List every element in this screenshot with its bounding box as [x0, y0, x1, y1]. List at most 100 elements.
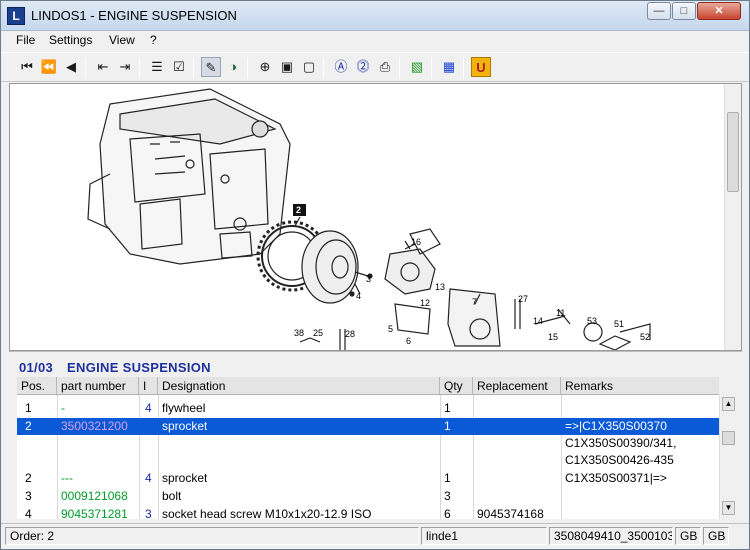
cell-replacement: 9045374168: [477, 507, 544, 519]
close-button[interactable]: ✕: [697, 2, 741, 20]
table-row[interactable]: 1 - 4 flywheel 1: [17, 400, 719, 417]
maximize-button[interactable]: □: [672, 2, 696, 20]
callout-6[interactable]: 6: [406, 336, 411, 346]
col-replacement[interactable]: Replacement: [473, 377, 561, 395]
menu-settings[interactable]: Settings: [49, 33, 92, 47]
callout-4[interactable]: 4: [356, 291, 361, 301]
app-window: L LINDOS1 - ENGINE SUSPENSION — □ ✕ File…: [0, 0, 750, 550]
globe-icon[interactable]: ◑: [223, 57, 243, 77]
col-qty[interactable]: Qty: [440, 377, 473, 395]
cell-qty: 3: [444, 489, 451, 503]
page-icon[interactable]: ▢: [299, 57, 319, 77]
cell-indicator: 3: [145, 507, 152, 519]
cell-part-number: ---: [61, 471, 73, 485]
print-icon[interactable]: ⎙: [375, 57, 395, 77]
cell-pos: 3: [25, 489, 32, 503]
cell-designation: sprocket: [162, 419, 208, 433]
u-icon[interactable]: U: [471, 57, 491, 77]
fit-page-icon[interactable]: ▣: [277, 57, 297, 77]
menu-bar: File Settings View ?: [1, 31, 749, 51]
callout-5[interactable]: 5: [388, 324, 393, 334]
callout-3[interactable]: 3: [366, 274, 371, 284]
cell-remarks: =>|C1X350S00370: [565, 419, 667, 433]
table-row[interactable]: 3 0009121068 bolt 3: [17, 488, 719, 505]
cell-qty: 6: [444, 507, 451, 519]
callout-14[interactable]: 14: [533, 316, 543, 326]
col-part-number[interactable]: part number: [57, 377, 139, 395]
menu-view[interactable]: View: [109, 33, 135, 47]
previous-fast-icon[interactable]: ⏪: [39, 57, 59, 77]
menu-file[interactable]: File: [16, 33, 35, 47]
cell-pos: 1: [25, 401, 32, 415]
cell-remarks-line2: C1X350S00390/341,: [565, 436, 677, 450]
table-scroll-thumb[interactable]: [722, 431, 735, 445]
cell-pos: 2: [25, 419, 32, 433]
pen-icon[interactable]: ✎: [201, 57, 221, 77]
minimize-button[interactable]: —: [647, 2, 671, 20]
table-header: Pos. part number I Designation Qty Repla…: [17, 377, 719, 395]
col-designation[interactable]: Designation: [158, 377, 440, 395]
callout-7[interactable]: 7: [472, 297, 477, 307]
callout-27[interactable]: 27: [518, 294, 528, 304]
cell-qty: 1: [444, 471, 451, 485]
cell-remarks-line3: C1X350S00426-435: [565, 453, 674, 467]
zoom-in-icon[interactable]: ⊕: [255, 57, 275, 77]
cart-icon[interactable]: ☰: [147, 57, 167, 77]
callout-38[interactable]: 38: [294, 328, 304, 338]
parts-table: Pos. part number I Designation Qty Repla…: [17, 377, 719, 519]
section-header: 01/03 ENGINE SUSPENSION: [19, 360, 211, 375]
title-bar[interactable]: L LINDOS1 - ENGINE SUSPENSION — □ ✕: [1, 1, 749, 31]
scroll-up-icon[interactable]: ▲: [722, 397, 735, 411]
next-doc-icon[interactable]: ⇥: [115, 57, 135, 77]
checklist-icon[interactable]: ☑: [169, 57, 189, 77]
section-name: ENGINE SUSPENSION: [67, 360, 211, 375]
table-row[interactable]: 4 9045371281 3 socket head screw M10x1x2…: [17, 506, 719, 519]
callout-12[interactable]: 12: [420, 298, 430, 308]
callout-25[interactable]: 25: [313, 328, 323, 338]
table-scrollbar[interactable]: ▲ ▼: [719, 395, 736, 519]
engine-diagram: 2 16 3 4 5 6 7 27 11 14 15 53 51 52 38 2…: [87, 88, 651, 350]
status-bar: Order: 2 linde1 3508049410_3500103 GB GB: [1, 523, 749, 549]
callout-52[interactable]: 52: [640, 332, 650, 342]
previous-icon[interactable]: ◀: [61, 57, 81, 77]
info-a-icon[interactable]: Ⓐ: [331, 57, 351, 77]
status-reference: 3508049410_3500103: [549, 527, 673, 545]
callout-53[interactable]: 53: [587, 316, 597, 326]
pane-splitter[interactable]: [9, 351, 742, 357]
first-doc-icon[interactable]: ⇤: [93, 57, 113, 77]
callout-15[interactable]: 15: [548, 332, 558, 342]
status-lang-1: GB: [675, 527, 701, 545]
col-remarks[interactable]: Remarks: [561, 377, 719, 395]
callout-16[interactable]: 16: [411, 237, 421, 247]
menu-help[interactable]: ?: [150, 33, 157, 47]
blue-grid-icon[interactable]: ▦: [439, 57, 459, 77]
green-stack-icon[interactable]: ▧: [407, 57, 427, 77]
status-order: Order: 2: [5, 527, 419, 545]
table-row-selected[interactable]: 2 3500321200 sprocket 1 =>|C1X350S00370: [17, 418, 719, 435]
page-counter: 01/03: [19, 360, 54, 375]
first-page-icon[interactable]: ⏮: [17, 57, 37, 77]
exploded-view-drawing[interactable]: 2 16 3 4 5 6 7 27 11 14 15 53 51 52 38 2…: [9, 83, 742, 351]
drawing-scroll-thumb[interactable]: [727, 112, 739, 192]
window-title: LINDOS1 - ENGINE SUSPENSION: [31, 8, 237, 23]
callout-11[interactable]: 11: [556, 308, 565, 318]
callout-51[interactable]: 51: [614, 319, 624, 329]
cell-remarks: C1X350S00371|=>: [565, 471, 667, 485]
cell-pos: 4: [25, 507, 32, 519]
col-indicator[interactable]: I: [139, 377, 158, 395]
cell-indicator: 4: [145, 401, 152, 415]
callout-13[interactable]: 13: [435, 282, 445, 292]
status-lang-2: GB: [703, 527, 729, 545]
cell-qty: 1: [444, 401, 451, 415]
callout-28[interactable]: 28: [345, 329, 355, 339]
drawing-scrollbar[interactable]: [724, 84, 741, 350]
table-row[interactable]: 2 --- 4 sprocket 1 C1X350S00371|=>: [17, 470, 719, 487]
cell-qty: 1: [444, 419, 451, 433]
cell-pos: 2: [25, 471, 32, 485]
cell-part-number: -: [61, 401, 65, 415]
col-pos[interactable]: Pos.: [17, 377, 57, 395]
help-icon[interactable]: ⓶: [353, 57, 373, 77]
callout-2[interactable]: 2: [296, 205, 301, 215]
cell-part-number: 3500321200: [61, 419, 128, 433]
scroll-down-icon[interactable]: ▼: [722, 501, 735, 515]
